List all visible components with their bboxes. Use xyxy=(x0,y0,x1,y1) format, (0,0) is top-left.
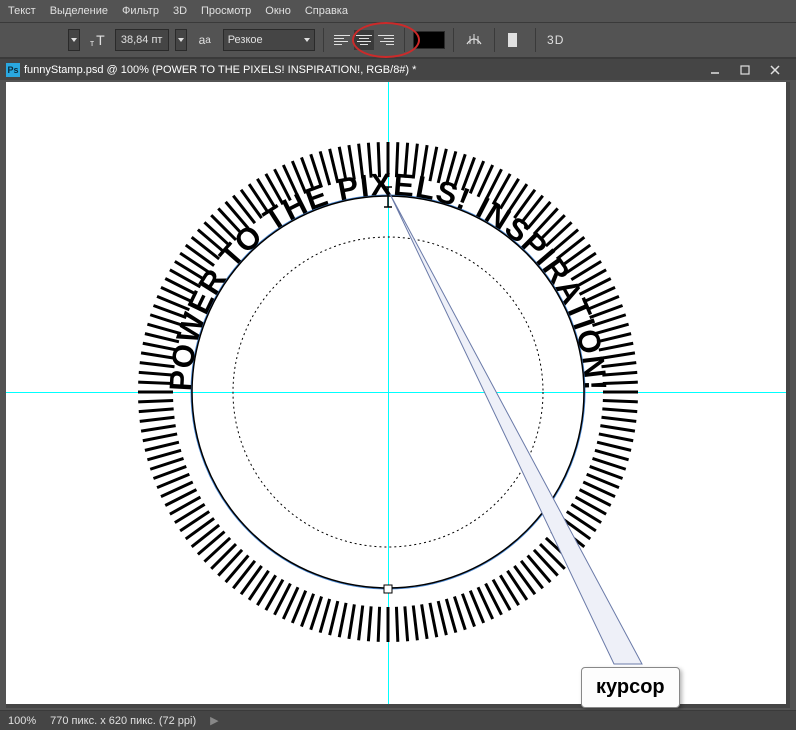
antialias-icon: aa xyxy=(193,29,217,51)
character-panel-button[interactable] xyxy=(503,29,527,51)
separator xyxy=(453,28,454,52)
close-button[interactable] xyxy=(760,61,790,79)
tick-ring xyxy=(138,142,638,642)
document-title: funnyStamp.psd @ 100% (POWER TO THE PIXE… xyxy=(24,64,696,76)
menu-item-view[interactable]: Просмотр xyxy=(201,5,251,17)
menu-item-text[interactable]: Текст xyxy=(8,5,36,17)
menu-item-help[interactable]: Справка xyxy=(305,5,348,17)
font-size-icon: тT xyxy=(86,29,109,51)
document-info: 770 пикс. x 620 пикс. (72 ppi) xyxy=(50,715,196,727)
ps-badge-icon: Ps xyxy=(6,63,20,77)
menu-item-selection[interactable]: Выделение xyxy=(50,5,108,17)
document-canvas[interactable]: POWER TO THE PIXELS! INSPIRATION! курсор xyxy=(6,82,786,704)
menu-item-filter[interactable]: Фильтр xyxy=(122,5,159,17)
antialias-value: Резкое xyxy=(228,34,263,46)
menu-item-window[interactable]: Окно xyxy=(265,5,291,17)
text-color-swatch[interactable] xyxy=(413,31,445,49)
font-family-dropdown[interactable] xyxy=(68,29,80,51)
align-left-button[interactable] xyxy=(332,30,352,50)
font-size-value: 38,84 пт xyxy=(121,34,163,46)
text-align-group xyxy=(332,30,396,50)
status-bar: 100% 770 пикс. x 620 пикс. (72 ppi) ▶ xyxy=(0,710,796,730)
minimize-button[interactable] xyxy=(700,61,730,79)
3d-button[interactable]: 3D xyxy=(544,29,568,51)
zoom-level[interactable]: 100% xyxy=(8,715,36,727)
separator xyxy=(535,28,536,52)
callout-pointer xyxy=(390,194,642,664)
separator xyxy=(404,28,405,52)
maximize-button[interactable] xyxy=(730,61,760,79)
callout-label: курсор xyxy=(581,667,680,708)
separator xyxy=(494,28,495,52)
antialias-select[interactable]: Резкое xyxy=(223,29,315,51)
statusbar-chevron-icon[interactable]: ▶ xyxy=(210,714,218,727)
warp-text-button[interactable] xyxy=(462,29,486,51)
canvas-area: POWER TO THE PIXELS! INSPIRATION! курсор xyxy=(6,82,790,708)
font-size-dropdown[interactable] xyxy=(175,29,187,51)
document-tab: Ps funnyStamp.psd @ 100% (POWER TO THE P… xyxy=(0,58,796,80)
options-bar: тT 38,84 пт aa Резкое 3D xyxy=(0,22,796,58)
separator xyxy=(323,28,324,52)
stamp-artwork: POWER TO THE PIXELS! INSPIRATION! xyxy=(6,82,786,704)
font-size-field[interactable]: 38,84 пт xyxy=(115,29,169,51)
align-right-button[interactable] xyxy=(376,30,396,50)
menu-item-3d[interactable]: 3D xyxy=(173,5,187,17)
menu-bar: Текст Выделение Фильтр 3D Просмотр Окно … xyxy=(0,0,796,22)
align-center-button[interactable] xyxy=(354,30,374,50)
path-anchor-icon xyxy=(384,585,392,593)
